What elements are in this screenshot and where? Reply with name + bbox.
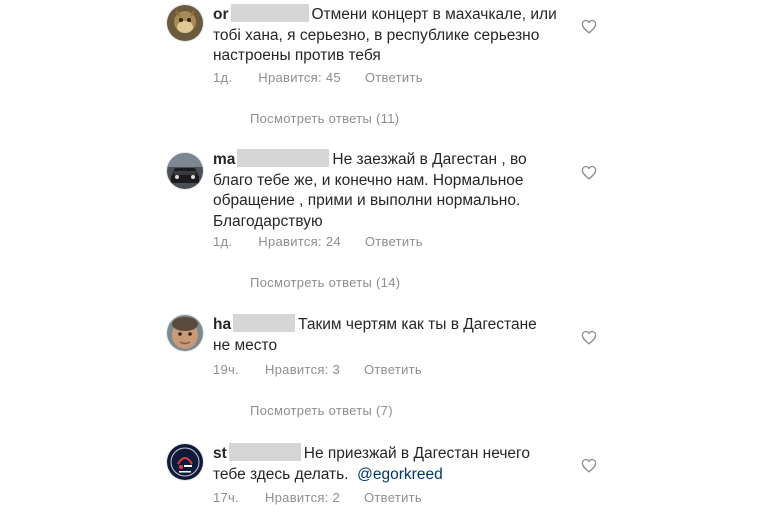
view-replies-button[interactable]: Посмотреть ответы (14)	[250, 275, 400, 290]
comments-screen: { "comments": [ { "username": "or", "tex…	[0, 0, 780, 520]
comment-text-block: or Отмени концерт в махачкале, или тобі х…	[213, 4, 573, 67]
like-button[interactable]	[581, 165, 597, 180]
like-button[interactable]	[581, 330, 597, 345]
comment-meta: 1д. Нравится: 45 Ответить	[213, 70, 423, 85]
comment-meta: 19ч. Нравится: 3 Ответить	[213, 362, 422, 377]
view-replies-button[interactable]: Посмотреть ответы (11)	[250, 111, 399, 126]
avatar[interactable]	[166, 152, 204, 190]
heart-outline-icon	[581, 330, 597, 345]
comment-text-block: st Не приезжай в Дагестан нечего тебе зде…	[213, 443, 558, 485]
heart-outline-icon	[581, 458, 597, 473]
comment-text-block: ma Не заезжай в Дагестан , во благо тебе …	[213, 149, 558, 232]
avatar[interactable]	[166, 4, 204, 42]
avatar-photo	[167, 315, 203, 351]
comment-likes[interactable]: Нравится: 3	[265, 362, 340, 377]
avatar-photo	[167, 5, 203, 41]
comment-time: 1д.	[213, 70, 233, 85]
redacted-username	[228, 443, 301, 461]
comment-meta: 17ч. Нравится: 2 Ответить	[213, 490, 422, 505]
comment-meta: 1д. Нравится: 24 Ответить	[213, 234, 423, 249]
comment-username[interactable]: or	[213, 6, 229, 23]
mention-link[interactable]: @egorkreed	[357, 466, 443, 483]
like-button[interactable]	[581, 458, 597, 473]
comment-likes[interactable]: Нравится: 45	[258, 70, 341, 85]
avatar-photo	[167, 153, 203, 189]
heart-outline-icon	[581, 19, 597, 34]
avatar[interactable]	[166, 314, 204, 352]
like-button[interactable]	[581, 19, 597, 34]
comment-likes[interactable]: Нравится: 24	[258, 234, 341, 249]
comment-username[interactable]: ma	[213, 151, 235, 168]
reply-button[interactable]: Ответить	[365, 70, 423, 85]
avatar-photo	[167, 444, 203, 480]
comment-time: 19ч.	[213, 362, 240, 377]
comment-likes[interactable]: Нравится: 2	[265, 490, 340, 505]
comment-username[interactable]: ha	[213, 316, 231, 333]
comment-time: 1д.	[213, 234, 233, 249]
reply-button[interactable]: Ответить	[364, 362, 422, 377]
comment-time: 17ч.	[213, 490, 240, 505]
avatar[interactable]	[166, 443, 204, 481]
redacted-username	[237, 149, 330, 167]
heart-outline-icon	[581, 165, 597, 180]
view-replies-button[interactable]: Посмотреть ответы (7)	[250, 403, 393, 418]
redacted-username	[230, 4, 309, 22]
comment-text-block: ha Таким чертям как ты в Дагестане не мес…	[213, 314, 558, 356]
reply-button[interactable]: Ответить	[364, 490, 422, 505]
comment-username[interactable]: st	[213, 445, 227, 462]
reply-button[interactable]: Ответить	[365, 234, 423, 249]
redacted-username	[233, 314, 296, 332]
